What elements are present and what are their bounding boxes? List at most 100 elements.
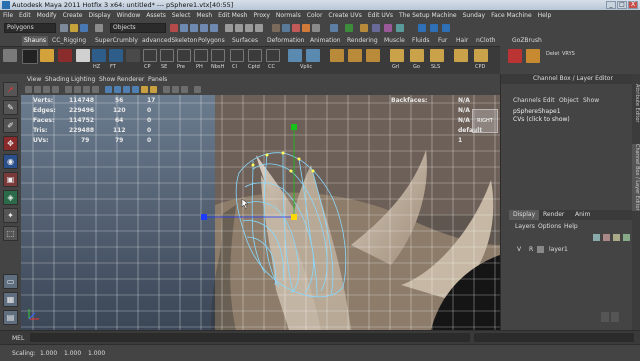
shelf-icon-1[interactable]	[22, 49, 38, 64]
tab-deformation[interactable]: Deformation	[265, 36, 306, 46]
channel-menu-channels[interactable]: Channels	[513, 97, 541, 104]
perspective-viewport[interactable]: Verts: 114748 56 17 Edges: 229496 120 0 …	[21, 95, 500, 330]
show-modeling-toolkit-icon[interactable]	[360, 24, 368, 32]
mask-icon[interactable]	[170, 24, 178, 32]
shelf-icon-4[interactable]	[76, 49, 90, 62]
shelf-tab-menu-icon[interactable]	[3, 49, 17, 62]
shelf-icon-5[interactable]	[330, 49, 344, 62]
move-layer-up-icon[interactable]	[613, 234, 620, 241]
maximize-button[interactable]: □	[617, 1, 627, 9]
soft-mod-tool-icon[interactable]: ✦	[3, 208, 18, 223]
show-manipulator-tool-icon[interactable]: ⬚	[3, 226, 18, 241]
menu-assets[interactable]: Assets	[143, 10, 169, 19]
select-face-icon[interactable]	[200, 24, 208, 32]
tab-cc-rigging[interactable]: CC_Rigging	[50, 36, 88, 46]
minimize-button[interactable]: _	[606, 1, 616, 9]
tab-surfaces[interactable]: Surfaces	[230, 36, 260, 46]
tab-muscle[interactable]: Muscle	[382, 36, 407, 46]
attribute-editor-toggle-icon[interactable]	[372, 24, 380, 32]
selection-mask-field[interactable]: Objects	[110, 23, 166, 33]
panel-menu-view[interactable]: View	[27, 76, 41, 83]
select-tool-icon[interactable]: ➚	[3, 82, 18, 97]
channel-menu-object[interactable]: Object	[559, 97, 579, 104]
channel-cvs-row[interactable]: CVs (click to show)	[513, 116, 570, 123]
shelf-icon-gear[interactable]	[126, 49, 140, 62]
shelf-icon-cp[interactable]	[143, 49, 157, 62]
channel-node-name[interactable]: pSphereShape1	[513, 108, 561, 115]
panel-menu-shading[interactable]: Shading	[45, 76, 69, 83]
tab-shauns[interactable]: Shauns	[22, 36, 49, 46]
grid-toggle-icon[interactable]	[65, 86, 72, 93]
shelf-icon-3[interactable]	[58, 49, 72, 62]
shelf-icon-se[interactable]	[160, 49, 174, 62]
wireframe-on-shaded-icon[interactable]	[123, 86, 130, 93]
tab-ncloth[interactable]: nCloth	[474, 36, 498, 46]
layer-menu-options[interactable]: Options	[538, 223, 561, 230]
menu-file[interactable]: File	[0, 10, 16, 19]
menu-select[interactable]: Select	[169, 10, 194, 19]
shelf-icon-6[interactable]	[348, 49, 362, 62]
tab-rendering[interactable]: Rendering	[345, 36, 380, 46]
layer-reference-toggle[interactable]: R	[529, 246, 533, 253]
layer-row[interactable]: V R layer1	[509, 244, 631, 256]
save-scene-icon[interactable]	[80, 24, 88, 32]
menu-normals[interactable]: Normals	[273, 10, 304, 19]
use-all-lights-icon[interactable]	[141, 86, 148, 93]
textured-icon[interactable]	[132, 86, 139, 93]
shelf-icon-hz[interactable]	[92, 49, 106, 62]
scale-tool-icon[interactable]: ▣	[3, 172, 18, 187]
shelf-icon-2[interactable]	[40, 49, 54, 62]
view-cube[interactable]: RIGHT	[472, 109, 498, 133]
menu-help[interactable]: Help	[535, 10, 555, 19]
xray-joints-icon[interactable]	[181, 86, 188, 93]
isolate-select-icon[interactable]	[163, 86, 170, 93]
menu-modify[interactable]: Modify	[34, 10, 60, 19]
layout-toggle-icon[interactable]	[442, 24, 450, 32]
new-layer-icon[interactable]	[593, 234, 600, 241]
smooth-shade-icon[interactable]	[114, 86, 121, 93]
select-uv-icon[interactable]	[210, 24, 218, 32]
layer-menu-help[interactable]: Help	[564, 223, 578, 230]
snap-grid-icon[interactable]	[225, 24, 233, 32]
resolution-gate-icon[interactable]	[83, 86, 90, 93]
tab-animation[interactable]: Animation	[308, 36, 343, 46]
layer-scroll-up[interactable]	[601, 312, 609, 322]
menu-proxy[interactable]: Proxy	[250, 10, 272, 19]
move-handle-y[interactable]	[291, 124, 297, 130]
rotate-tool-icon[interactable]: ◉	[3, 154, 18, 169]
tab-advancedskeleton[interactable]: advancedSkeleton	[140, 36, 199, 46]
move-tool-icon[interactable]: ✥	[3, 136, 18, 151]
move-handle-center[interactable]	[291, 214, 297, 220]
move-layer-down-icon[interactable]	[623, 234, 630, 241]
menuset-dropdown[interactable]: Polygons	[4, 23, 56, 33]
outliner-toggle-icon[interactable]	[430, 24, 438, 32]
tool-settings-toggle-icon[interactable]	[384, 24, 392, 32]
paint-select-tool-icon[interactable]: ✐	[3, 118, 18, 133]
select-vertex-icon[interactable]	[180, 24, 188, 32]
manipulator-tool-icon[interactable]: ◈	[3, 190, 18, 205]
camera-attributes-icon[interactable]	[34, 86, 41, 93]
panel-menu-renderer[interactable]: Renderer	[117, 76, 144, 83]
bookmark-icon[interactable]	[43, 86, 50, 93]
move-handle-z[interactable]	[201, 214, 207, 220]
layer-tab-anim[interactable]: Anim	[575, 210, 590, 220]
menu-display[interactable]: Display	[86, 10, 114, 19]
sidebar-toggle-icon[interactable]	[418, 24, 426, 32]
layer-menu-layers[interactable]: Layers	[515, 223, 535, 230]
history-icon[interactable]	[272, 24, 280, 32]
layout-four-pane-icon[interactable]: ▦	[3, 292, 18, 307]
layer-name[interactable]: layer1	[549, 246, 568, 253]
shadows-icon[interactable]	[150, 86, 157, 93]
shelf-icon-ci[interactable]	[230, 49, 244, 62]
menu-edit[interactable]: Edit	[16, 10, 34, 19]
shelf-icon-cc[interactable]	[266, 49, 280, 62]
channel-menu-edit[interactable]: Edit	[543, 97, 555, 104]
command-input[interactable]	[30, 333, 470, 342]
menu-setup-machine[interactable]: The Setup Machine	[396, 10, 460, 19]
render-frame-icon[interactable]	[292, 24, 300, 32]
snap-point-icon[interactable]	[245, 24, 253, 32]
camera-select-icon[interactable]	[25, 86, 32, 93]
select-hierarchy-icon[interactable]	[95, 24, 103, 32]
panel-menu-show[interactable]: Show	[99, 76, 115, 83]
render-settings-icon[interactable]	[312, 24, 320, 32]
